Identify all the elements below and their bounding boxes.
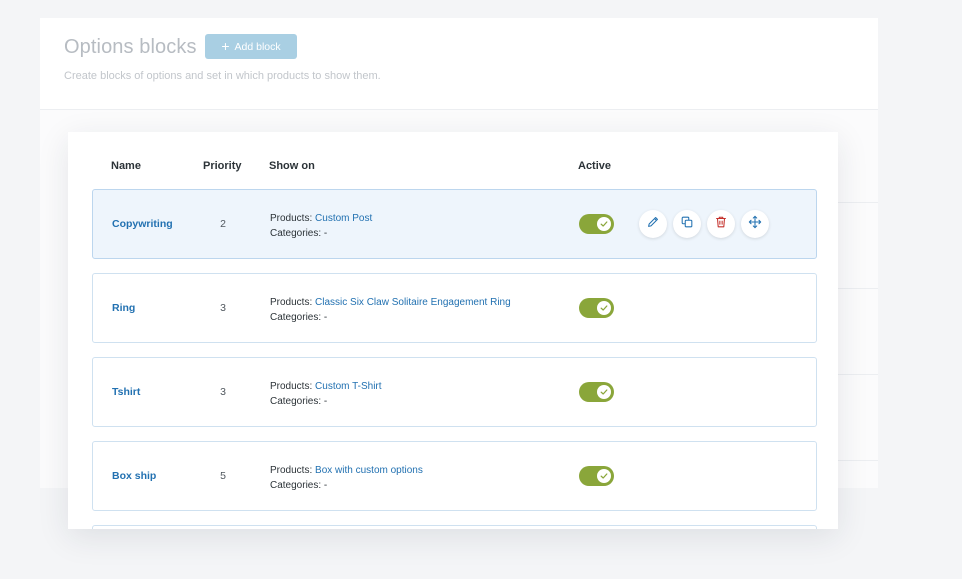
column-header-priority: Priority <box>203 160 242 172</box>
block-priority: 5 <box>220 470 226 482</box>
block-priority: 3 <box>220 302 226 314</box>
active-toggle[interactable] <box>579 298 614 318</box>
page-header <box>40 18 878 110</box>
active-toggle[interactable] <box>579 214 614 234</box>
block-priority: 3 <box>220 386 226 398</box>
add-block-button[interactable]: + Add block <box>205 34 297 59</box>
block-priority: 2 <box>220 218 226 230</box>
categories-value: - <box>323 480 328 491</box>
column-header-active: Active <box>578 160 612 172</box>
product-link[interactable]: Custom Post <box>315 213 372 224</box>
check-icon <box>597 301 611 315</box>
categories-label: Categories: <box>270 396 322 407</box>
products-label: Products: <box>270 297 313 308</box>
check-icon <box>597 469 611 483</box>
table-row[interactable]: Tshirt 3 Products: Custom T-Shirt Catego… <box>92 357 817 427</box>
divider <box>838 374 878 375</box>
categories-label: Categories: <box>270 312 322 323</box>
show-on-cell: Products: Custom T-Shirt Categories: - <box>270 379 382 409</box>
divider <box>838 460 878 461</box>
products-label: Products: <box>270 381 313 392</box>
products-label: Products: <box>270 465 313 476</box>
move-button[interactable] <box>741 210 769 238</box>
show-on-cell: Products: Custom Post Categories: - <box>270 211 372 241</box>
duplicate-button[interactable] <box>673 210 701 238</box>
active-toggle[interactable] <box>579 466 614 486</box>
divider <box>838 202 878 203</box>
product-link[interactable]: Box with custom options <box>315 465 423 476</box>
trash-icon <box>714 215 728 234</box>
show-on-cell: Products: Box with custom options Catego… <box>270 463 423 493</box>
table-row[interactable]: Copywriting 2 Products: Custom Post Cate… <box>92 189 817 259</box>
column-header-name: Name <box>111 160 141 172</box>
categories-value: - <box>323 312 328 323</box>
product-link[interactable]: Classic Six Claw Solitaire Engagement Ri… <box>315 297 511 308</box>
move-icon <box>748 215 762 234</box>
block-name-link[interactable]: Box ship <box>112 470 156 482</box>
products-label: Products: <box>270 213 313 224</box>
check-icon <box>597 385 611 399</box>
row-actions <box>639 210 769 238</box>
block-name-link[interactable]: Copywriting <box>112 218 173 230</box>
column-header-show-on: Show on <box>269 160 315 172</box>
page-title: Options blocks <box>64 36 197 58</box>
categories-value: - <box>323 396 328 407</box>
categories-label: Categories: <box>270 228 322 239</box>
add-block-label: Add block <box>234 40 281 53</box>
block-name-link[interactable]: Tshirt <box>112 386 140 398</box>
check-icon <box>597 217 611 231</box>
delete-button[interactable] <box>707 210 735 238</box>
product-link[interactable]: Custom T-Shirt <box>315 381 382 392</box>
table-header: Name Priority Show on Active <box>68 160 838 176</box>
active-toggle[interactable] <box>579 382 614 402</box>
table-row[interactable] <box>92 525 817 529</box>
table-row[interactable]: Box ship 5 Products: Box with custom opt… <box>92 441 817 511</box>
table-row[interactable]: Ring 3 Products: Classic Six Claw Solita… <box>92 273 817 343</box>
pencil-icon <box>646 215 660 234</box>
edit-button[interactable] <box>639 210 667 238</box>
page-subtitle: Create blocks of options and set in whic… <box>64 70 381 82</box>
options-blocks-table: Name Priority Show on Active Copywriting… <box>68 132 838 529</box>
divider <box>838 288 878 289</box>
categories-label: Categories: <box>270 480 322 491</box>
block-name-link[interactable]: Ring <box>112 302 135 314</box>
plus-icon: + <box>221 38 230 54</box>
duplicate-icon <box>680 215 694 234</box>
categories-value: - <box>323 228 328 239</box>
show-on-cell: Products: Classic Six Claw Solitaire Eng… <box>270 295 511 325</box>
